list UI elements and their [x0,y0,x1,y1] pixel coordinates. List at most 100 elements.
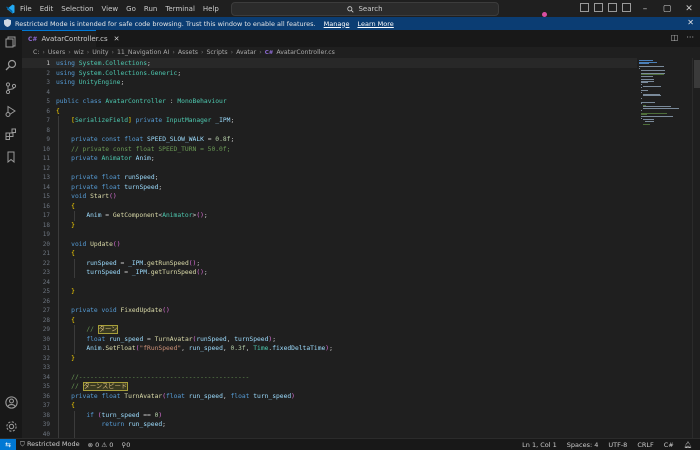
remote-icon[interactable]: ⇆ [0,439,16,450]
language-mode-status[interactable]: C# [664,441,674,449]
close-window-icon[interactable]: ✕ [678,4,700,14]
minimap-line [641,82,648,84]
code-line[interactable]: private Animator Anim; [56,154,154,164]
more-actions-icon[interactable]: ··· [686,33,694,42]
code-line[interactable]: using System.Collections; [56,59,151,69]
code-line[interactable]: if (turn_speed == 0) [56,411,162,421]
toggle-secondary-sidebar-icon[interactable] [608,3,617,12]
line-number: 16 [42,202,50,210]
restricted-mode-status[interactable]: ⛉ Restricted Mode [20,440,80,449]
breadcrumb-item[interactable]: C: [33,49,39,56]
menu-help[interactable]: Help [203,5,219,13]
breadcrumb-item[interactable]: AvatarController.cs [276,49,335,56]
line-number: 30 [42,335,50,343]
ports-status[interactable]: ⚲0 [121,441,130,449]
scrollbar-thumb[interactable] [694,60,700,88]
minimap-line [641,76,654,77]
breadcrumb-item[interactable]: 11_Navigation AI [117,49,169,56]
code-line[interactable]: { [56,107,60,117]
menu-terminal[interactable]: Terminal [165,5,195,13]
learn-more-link[interactable]: Learn More [357,20,393,28]
minimap-line [641,101,656,103]
menu-file[interactable]: File [20,5,32,13]
cursor-position-status[interactable]: Ln 1, Col 1 [522,441,557,449]
command-center-search[interactable]: Search [231,2,499,16]
code-line[interactable]: //--------------------------------------… [56,373,249,383]
explorer-icon[interactable] [4,35,18,49]
notifications-bell-icon[interactable]: 🔔︎ [684,441,692,449]
code-line[interactable]: private float runSpeed; [56,173,158,183]
run-debug-icon[interactable] [4,104,18,118]
search-view-icon[interactable] [4,58,18,72]
line-number: 25 [42,288,50,295]
restricted-mode-banner: Restricted Mode is intended for safe cod… [0,17,700,30]
eol-status[interactable]: CRLF [637,441,653,449]
shield-icon [4,18,11,29]
tab-avatarcontroller[interactable]: C# AvatarController.cs ✕ [22,30,120,47]
manage-link[interactable]: Manage [324,20,350,28]
problems-status[interactable]: ⊗ 0 ⚠ 0 [88,441,114,449]
code-line[interactable]: private float turnSpeed; [56,183,162,193]
code-line[interactable]: using UnityEngine; [56,78,124,88]
menu-edit[interactable]: Edit [40,5,54,13]
customize-layout-icon[interactable] [622,3,631,12]
code-line[interactable]: turnSpeed = _IPM.getTurnSpeed(); [56,268,207,278]
encoding-status[interactable]: UTF-8 [608,441,627,449]
vertical-scrollbar[interactable] [692,58,700,438]
line-number: 22 [42,259,50,267]
breadcrumb-item[interactable]: Unity [92,49,108,56]
code-line[interactable]: return run_speed; [56,420,166,430]
code-line[interactable]: // ターン [56,325,119,335]
line-number: 21 [42,250,50,257]
code-line[interactable]: private const float SPEED_SLOW_WALK = 0.… [56,135,234,145]
code-line[interactable]: using System.Collections.Generic; [56,69,181,79]
menu-selection[interactable]: Selection [61,5,93,13]
breadcrumb-item[interactable]: Scripts [206,49,227,56]
breadcrumb-item[interactable]: Avatar [236,49,256,56]
menu-go[interactable]: Go [126,5,136,13]
code-line[interactable]: float run_speed = TurnAvatar(runSpeed, t… [56,335,276,345]
code-line[interactable]: private float TurnAvatar(float run_speed… [56,392,295,402]
code-line[interactable]: private void FixedUpdate() [56,306,170,316]
toggle-panel-icon[interactable] [594,3,603,12]
status-bar: ⇆ ⛉ Restricted Mode ⊗ 0 ⚠ 0 ⚲0 Ln 1, Col… [0,438,700,450]
toggle-primary-sidebar-icon[interactable] [580,3,589,12]
minimap-line [641,69,665,71]
code-editor[interactable]: 1 2 3 4 5 6 7 8 9 10 11 12 13 14 15 16 17 18 19 20 21 22 23 24 2… [22,58,637,438]
manage-gear-icon[interactable] [4,419,18,433]
code-line[interactable]: runSpeed = _IPM.getRunSpeed(); [56,259,200,269]
line-number: 3 [46,79,50,86]
error-icon: ⊗ [87,440,94,449]
banner-close-icon[interactable]: ✕ [687,18,694,27]
line-number: 40 [42,430,50,438]
menu-run[interactable]: Run [144,5,157,13]
split-editor-icon[interactable]: ◫ [671,33,679,42]
breadcrumb-item[interactable]: Users [48,49,65,56]
code-line[interactable]: public class AvatarController : MonoBeha… [56,97,227,107]
maximize-icon[interactable]: ▢ [656,4,678,14]
warning-icon: ⚠ [101,440,108,449]
minimize-icon[interactable]: – [634,4,656,14]
breadcrumb-item[interactable]: wiz [74,49,84,56]
close-tab-icon[interactable]: ✕ [114,35,120,43]
code-line[interactable]: [SerializeField] private InputManager _I… [56,116,234,126]
breadcrumb-item[interactable]: Assets [178,49,198,56]
line-number: 14 [42,183,50,191]
line-number: 6 [46,107,50,115]
code-line[interactable]: Anim = GetComponent<Animator>(); [56,211,207,221]
code-line[interactable]: // ターンスピード [56,382,129,392]
code-line[interactable]: void Update() [56,240,120,250]
code-line[interactable]: Anim.SetFloat("fRunSpeed", run_speed, 0.… [56,344,333,354]
menu-view[interactable]: View [102,5,119,13]
indentation-status[interactable]: Spaces: 4 [567,441,599,449]
bookmark-icon[interactable] [4,150,18,164]
code-line[interactable]: // private const float SPEED_TURN = 50.0… [56,145,230,155]
account-icon[interactable] [4,395,18,409]
minimap[interactable] [637,58,692,438]
code-line[interactable]: void Start() [56,192,117,202]
extensions-icon[interactable] [4,127,18,141]
menu-bar: File Edit Selection View Go Run Terminal Help [20,5,227,13]
source-control-icon[interactable] [4,81,18,95]
indent-guide [74,211,75,221]
line-number: 12 [42,164,50,172]
